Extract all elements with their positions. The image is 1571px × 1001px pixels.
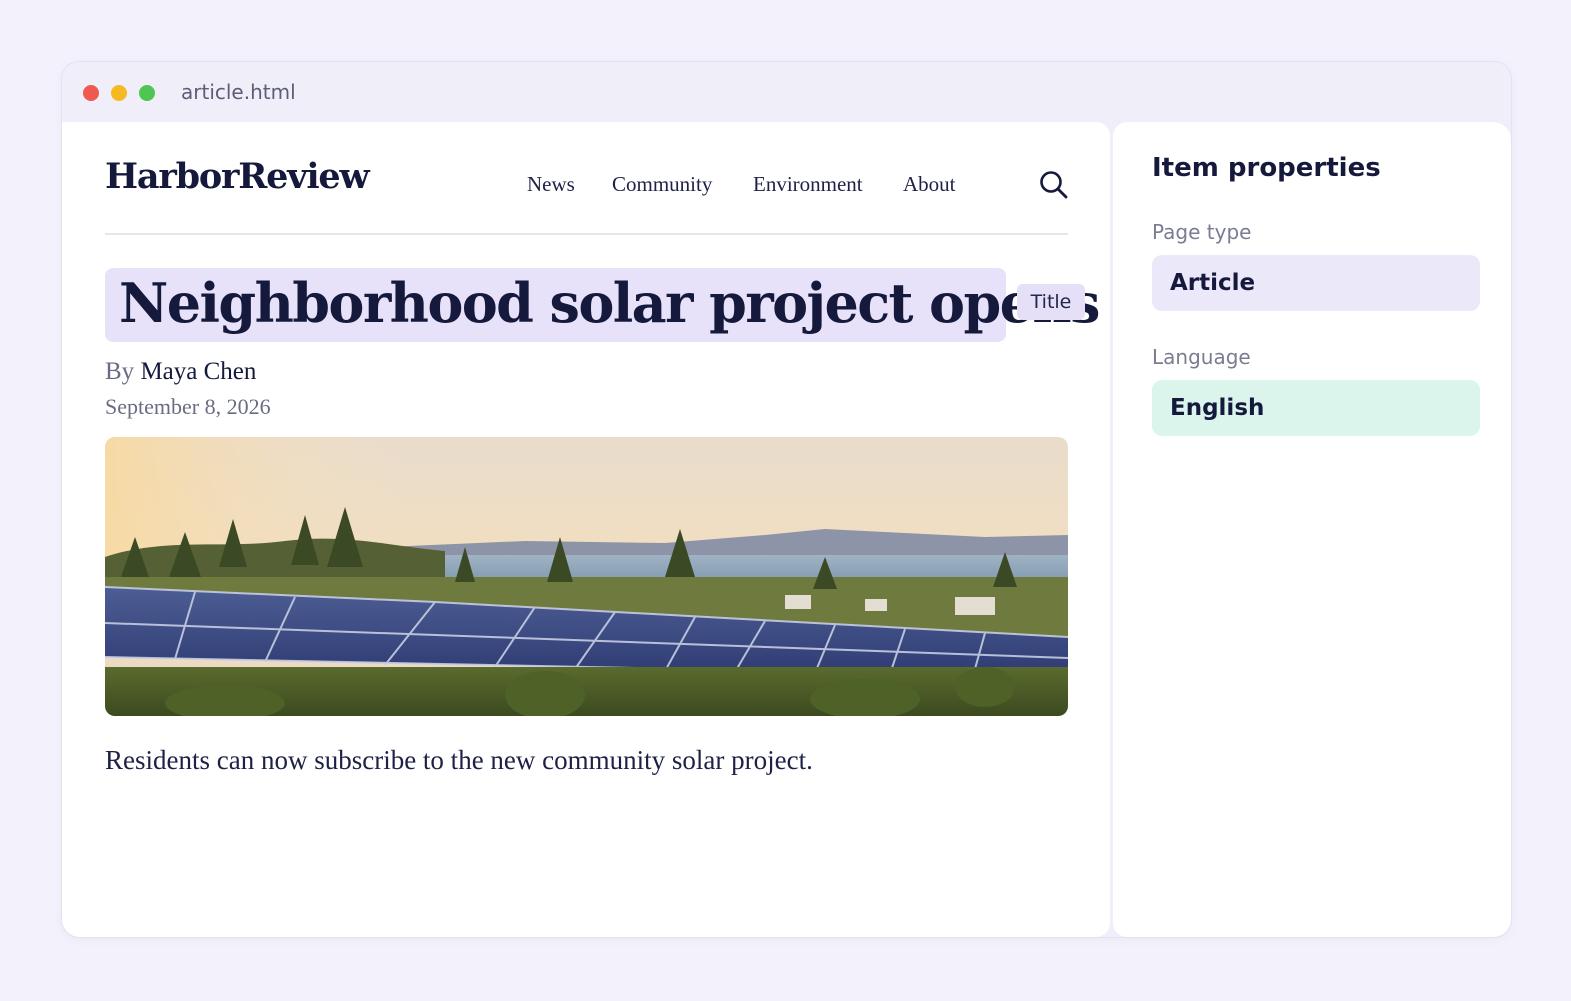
nav-item-about[interactable]: About	[903, 172, 956, 197]
language-field[interactable]: English	[1152, 380, 1480, 436]
byline-prefix: By	[105, 358, 135, 385]
header-divider	[105, 233, 1068, 235]
item-properties-panel: Item properties Page type Article Langua…	[1113, 122, 1511, 937]
headline-highlight[interactable]: Neighborhood solar project opens	[105, 268, 1100, 342]
app-window: article.html HarborReview News Community…	[61, 61, 1512, 938]
byline-author: Maya Chen	[140, 358, 257, 385]
maximize-window-button[interactable]	[139, 85, 155, 101]
article-lede: Residents can now subscribe to the new c…	[105, 745, 813, 775]
article-preview-panel: HarborReview News Community Environment …	[62, 122, 1110, 937]
close-window-button[interactable]	[83, 85, 99, 101]
minimize-window-button[interactable]	[111, 85, 127, 101]
article-headline: Neighborhood solar project opens	[119, 271, 1100, 335]
article-byline: By Maya Chen	[105, 358, 256, 386]
language-label: Language	[1152, 345, 1251, 369]
nav-item-news[interactable]: News	[527, 172, 575, 197]
search-icon[interactable]	[1037, 168, 1071, 202]
site-logo[interactable]: HarborReview	[105, 156, 370, 197]
title-bar: article.html	[62, 62, 1511, 122]
article-date: September 8, 2026	[105, 394, 271, 419]
window-filename: article.html	[181, 80, 296, 104]
properties-title: Item properties	[1152, 153, 1381, 183]
page-type-field[interactable]: Article	[1152, 255, 1480, 311]
page-type-label: Page type	[1152, 220, 1252, 244]
nav-item-community[interactable]: Community	[612, 172, 712, 197]
hero-image	[105, 437, 1068, 716]
title-tag-badge: Title	[1017, 284, 1085, 320]
nav-item-environment[interactable]: Environment	[753, 172, 863, 197]
